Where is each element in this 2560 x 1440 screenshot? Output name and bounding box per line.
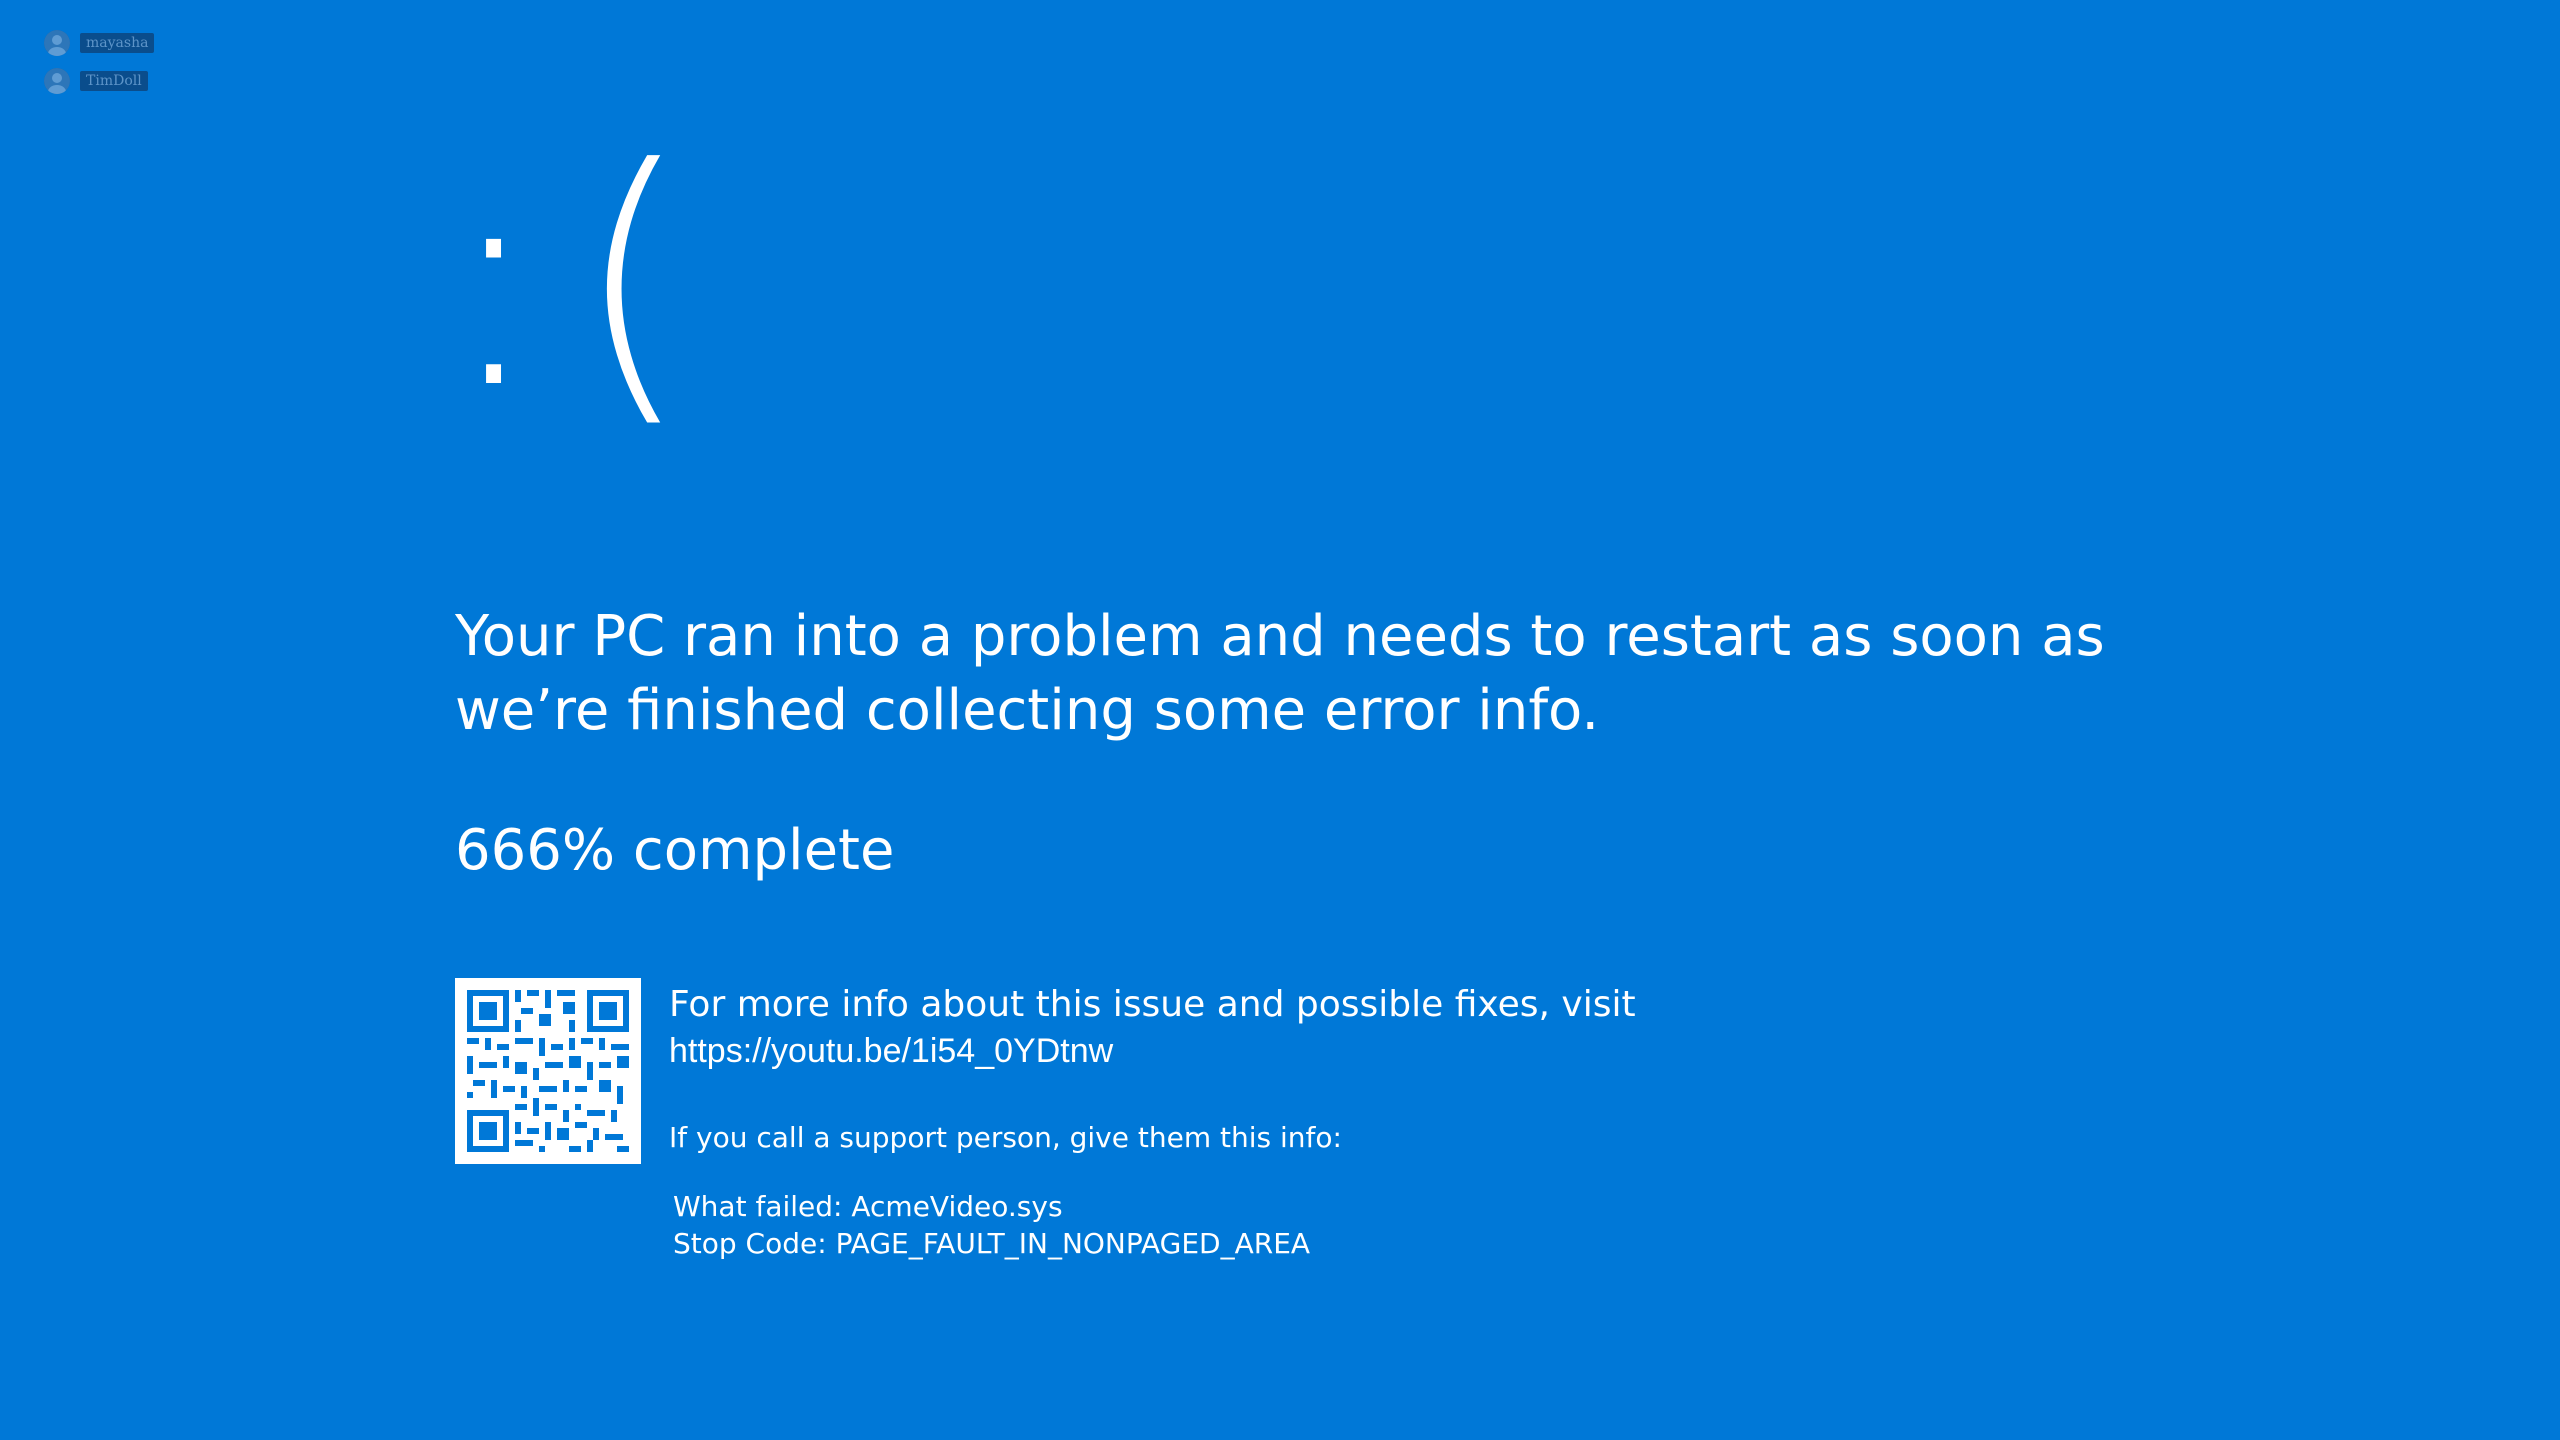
bsod-screen: { "participants": [ {"name": "mayasha", …: [0, 0, 2560, 1440]
error-details: What failed: AcmeVideo.sys Stop Code: PA…: [673, 1188, 1636, 1262]
support-link[interactable]: https://youtu.be/1i54_0YDtnw: [669, 1028, 1636, 1074]
what-failed-text: What failed: AcmeVideo.sys: [673, 1190, 1063, 1223]
participant-list: mayasha TimDoll: [44, 28, 155, 104]
info-block: For more info about this issue and possi…: [455, 978, 1636, 1262]
participant-item[interactable]: TimDoll: [44, 66, 154, 96]
participant-name: TimDoll: [80, 71, 148, 91]
participant-item[interactable]: mayasha: [44, 28, 155, 58]
error-headline: Your PC ran into a problem and needs to …: [455, 604, 2105, 743]
info-text: For more info about this issue and possi…: [669, 978, 1636, 1262]
stop-code-text: Stop Code: PAGE_FAULT_IN_NONPAGED_AREA: [673, 1227, 1311, 1260]
user-avatar-icon: [44, 68, 70, 94]
progress-text: 666% complete: [455, 818, 895, 883]
sad-face-emoticon: :(: [443, 105, 722, 454]
error-content: :( Your PC ran into a problem and needs …: [443, 110, 2155, 886]
more-info-text: For more info about this issue and possi…: [669, 984, 1636, 1025]
user-avatar-icon: [44, 30, 70, 56]
participant-name: mayasha: [80, 33, 155, 53]
qr-code-icon: [455, 978, 641, 1164]
support-instructions: If you call a support person, give them …: [669, 1121, 1342, 1154]
